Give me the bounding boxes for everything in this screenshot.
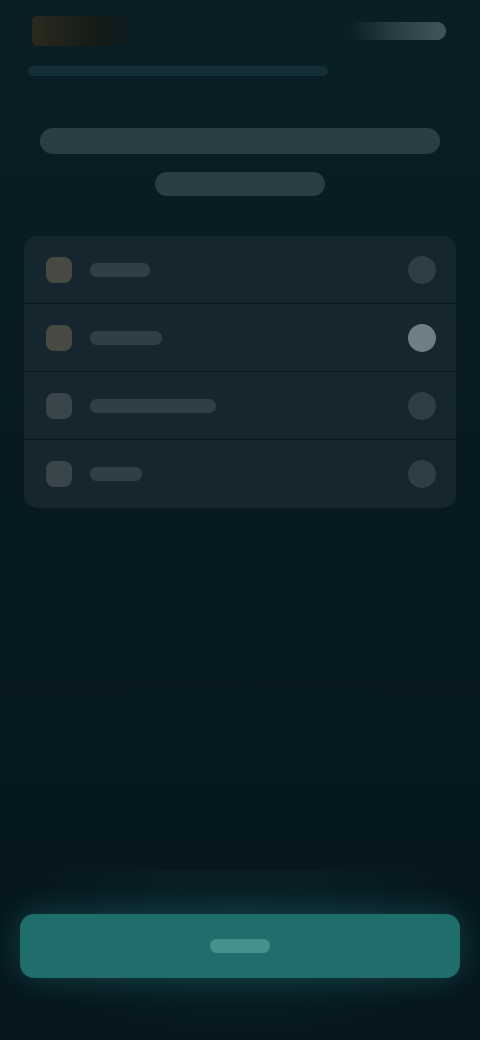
option-2-radio[interactable] — [408, 323, 436, 352]
page-title-line-2 — [155, 172, 325, 196]
option-item-2[interactable] — [24, 304, 456, 372]
app-logo-icon — [32, 16, 142, 46]
option-item-1[interactable] — [24, 236, 456, 304]
option-3-label — [90, 398, 216, 413]
option-4-icon — [46, 461, 72, 487]
top-bar — [0, 0, 480, 64]
option-3-radio[interactable] — [408, 391, 436, 420]
page-title — [30, 128, 450, 196]
option-1-radio[interactable] — [408, 255, 436, 284]
screen — [0, 0, 480, 1040]
continue-button[interactable] — [20, 914, 460, 978]
option-1-icon — [46, 256, 72, 283]
option-1-label — [90, 262, 150, 277]
continue-button-label — [210, 939, 270, 953]
status-indicators-icon — [350, 22, 446, 40]
option-4-label — [90, 467, 142, 481]
option-item-3[interactable] — [24, 372, 456, 440]
options-list — [24, 236, 456, 508]
option-item-4[interactable] — [24, 440, 456, 508]
option-2-icon — [46, 324, 72, 351]
page-title-line-1 — [40, 128, 440, 154]
option-4-radio[interactable] — [408, 460, 436, 488]
option-2-label — [90, 330, 162, 345]
option-3-icon — [46, 392, 72, 419]
progress-track — [28, 66, 328, 76]
